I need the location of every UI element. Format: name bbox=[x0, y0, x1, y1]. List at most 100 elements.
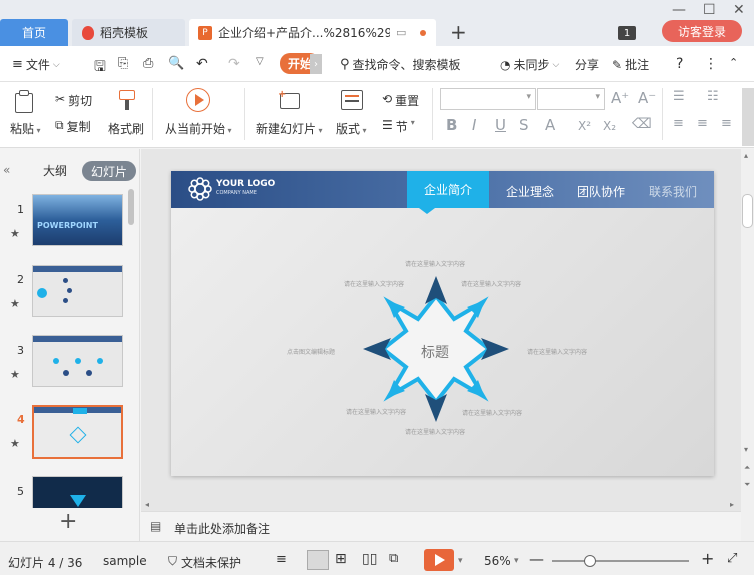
tab-template[interactable]: 稻壳模板 bbox=[72, 19, 185, 46]
tab-slides[interactable]: 幻灯片 bbox=[82, 161, 136, 181]
quick-access-dropdown-icon[interactable]: ▽ bbox=[256, 56, 264, 67]
export-icon[interactable]: ⎘ bbox=[118, 56, 128, 71]
scroll-right-icon[interactable]: ▸ bbox=[730, 500, 734, 509]
font-family-select[interactable]: ▾ bbox=[440, 88, 536, 110]
maximize-icon[interactable]: ☐ bbox=[703, 2, 716, 18]
zoom-slider-handle[interactable] bbox=[584, 555, 596, 567]
layout-icon[interactable] bbox=[341, 90, 363, 110]
slide-thumbnail[interactable] bbox=[32, 476, 123, 508]
notes-area[interactable]: ▤ 单击此处添加备注 bbox=[141, 511, 741, 541]
underline-icon[interactable]: U bbox=[495, 116, 506, 134]
placeholder-top-left[interactable]: 请在这里输入文字内容 bbox=[344, 279, 404, 288]
font-size-select[interactable]: ▾ bbox=[537, 88, 605, 110]
new-slide-icon[interactable]: + bbox=[278, 89, 302, 111]
command-search[interactable]: ⚲ 查找命令、搜索模板 bbox=[340, 56, 461, 73]
file-menu[interactable]: ≡ 文件 ⌵ bbox=[12, 56, 60, 73]
scroll-up-icon[interactable]: ▴ bbox=[744, 151, 748, 160]
next-slide-icon[interactable]: ⏷ bbox=[744, 480, 750, 490]
layout-button[interactable]: 版式 ▾ bbox=[336, 120, 367, 137]
placeholder-right[interactable]: 请在这里输入文字内容 bbox=[527, 347, 587, 356]
slideshow-play-button[interactable] bbox=[424, 549, 454, 571]
diagram-center-title[interactable]: 标题 bbox=[421, 342, 449, 362]
collapse-ribbon-icon[interactable]: ⌃ bbox=[729, 56, 738, 69]
print-preview-icon[interactable]: 🔍 bbox=[168, 56, 184, 71]
scroll-down-icon[interactable]: ▾ bbox=[744, 445, 748, 454]
help-button[interactable]: ? bbox=[676, 56, 683, 72]
slideshow-dropdown-icon[interactable]: ▾ bbox=[458, 556, 463, 566]
slide[interactable]: YOUR LOGO COMPANY NAME 企业简介 企业理念 团队协作 联系… bbox=[171, 171, 714, 476]
sync-status-button[interactable]: ◔ 未同步 ⌵ bbox=[500, 56, 559, 73]
eraser-icon[interactable]: ⌫ bbox=[632, 116, 652, 132]
placeholder-bottom[interactable]: 请在这里输入文字内容 bbox=[405, 427, 465, 436]
undo-icon[interactable]: ↶ bbox=[196, 56, 208, 72]
minimize-icon[interactable]: — bbox=[672, 2, 686, 18]
font-color-icon[interactable]: A bbox=[545, 116, 555, 134]
superscript-icon[interactable]: X² bbox=[578, 119, 591, 133]
add-slide-button[interactable]: + bbox=[59, 511, 77, 533]
visitor-login-button[interactable]: 访客登录 bbox=[662, 20, 742, 42]
collapse-panel-icon[interactable]: « bbox=[3, 163, 10, 177]
play-from-current-icon[interactable] bbox=[186, 88, 210, 112]
monitor-icon[interactable]: ▭ bbox=[396, 26, 406, 39]
slide-thumbnail[interactable] bbox=[32, 265, 123, 317]
prev-slide-icon[interactable]: ⏶ bbox=[744, 463, 750, 473]
tab-home[interactable]: 首页 bbox=[0, 19, 68, 46]
bullet-list-icon[interactable]: ☰ bbox=[673, 89, 685, 104]
close-icon[interactable]: ✕ bbox=[733, 2, 745, 18]
zoom-dropdown-icon[interactable]: ▾ bbox=[514, 556, 519, 566]
format-painter-button[interactable]: 格式刷 bbox=[108, 120, 144, 137]
bold-icon[interactable]: B bbox=[446, 116, 457, 134]
paste-button[interactable]: 粘贴 ▾ bbox=[10, 120, 41, 137]
align-center-icon[interactable]: ≡ bbox=[697, 116, 708, 131]
slide-nav-philosophy[interactable]: 企业理念 bbox=[506, 183, 554, 200]
scroll-left-icon[interactable]: ◂ bbox=[145, 500, 149, 509]
decrease-font-icon[interactable]: A⁻ bbox=[638, 89, 656, 107]
vertical-scroll-thumb[interactable] bbox=[742, 194, 753, 228]
section-button[interactable]: ☰ 节 ▾ bbox=[382, 118, 415, 135]
slide-thumbnail[interactable] bbox=[32, 335, 123, 387]
slide-thumbnail-active[interactable] bbox=[32, 405, 123, 459]
align-right-icon[interactable]: ≡ bbox=[721, 116, 732, 131]
tab-outline[interactable]: 大纲 bbox=[43, 162, 67, 179]
slide-nav-contact[interactable]: 联系我们 bbox=[649, 183, 697, 200]
copy-button[interactable]: ⧉ 复制 bbox=[55, 118, 91, 135]
document-protect-button[interactable]: ⛉ 文档未保护 bbox=[168, 554, 241, 571]
new-slide-button[interactable]: 新建幻灯片 ▾ bbox=[256, 120, 323, 137]
play-from-current-button[interactable]: 从当前开始 ▾ bbox=[165, 120, 232, 137]
reset-button[interactable]: ⟲ 重置 bbox=[382, 92, 419, 109]
share-button[interactable]: 分享 bbox=[575, 56, 599, 73]
zoom-slider-track[interactable] bbox=[552, 560, 689, 562]
shadow-text-icon[interactable]: S bbox=[519, 116, 529, 134]
panel-scrollbar-thumb[interactable] bbox=[128, 189, 134, 225]
placeholder-bottom-left[interactable]: 请在这里输入文字内容 bbox=[346, 407, 406, 416]
vertical-scrollbar[interactable]: ▴ ▾ ⏶ ⏷ bbox=[741, 149, 754, 541]
paste-icon[interactable] bbox=[13, 90, 35, 114]
format-painter-icon[interactable] bbox=[116, 88, 138, 112]
presenter-view-icon[interactable]: ⧉ bbox=[389, 551, 398, 566]
italic-icon[interactable]: I bbox=[472, 116, 476, 134]
slide-sorter-icon[interactable]: ⊞ bbox=[335, 551, 347, 567]
placeholder-top[interactable]: 请在这里输入文字内容 bbox=[405, 259, 465, 268]
print-icon[interactable]: ⎙ bbox=[143, 56, 153, 71]
placeholder-bottom-right[interactable]: 请在这里输入文字内容 bbox=[462, 408, 522, 417]
more-options-icon[interactable]: ⋮ bbox=[704, 56, 718, 72]
page-badge[interactable]: 1 bbox=[618, 26, 636, 40]
tab-document[interactable]: P 企业介绍+产品介...%2816%29 ▭ bbox=[189, 19, 436, 46]
cut-button[interactable]: ✂ 剪切 bbox=[55, 92, 92, 109]
new-tab-button[interactable]: + bbox=[450, 20, 467, 44]
fit-window-icon[interactable]: ⤢ bbox=[727, 551, 737, 566]
notes-placeholder[interactable]: 单击此处添加备注 bbox=[174, 520, 270, 537]
zoom-out-icon[interactable]: — bbox=[529, 550, 544, 568]
placeholder-top-right[interactable]: 请在这里输入文字内容 bbox=[461, 279, 521, 288]
normal-view-icon[interactable] bbox=[307, 550, 329, 570]
subscript-icon[interactable]: X₂ bbox=[603, 119, 616, 133]
save-icon[interactable]: 🖫 bbox=[94, 56, 106, 80]
slide-nav-teamwork[interactable]: 团队协作 bbox=[577, 183, 625, 200]
numbered-list-icon[interactable]: ☷ bbox=[707, 89, 719, 104]
zoom-in-icon[interactable]: + bbox=[701, 549, 714, 568]
slide-nav-intro[interactable]: 企业简介 bbox=[407, 171, 489, 208]
increase-font-icon[interactable]: A⁺ bbox=[611, 89, 629, 107]
slide-thumbnail[interactable]: POWERPOINT bbox=[32, 194, 123, 246]
ribbon-scroll-bar[interactable] bbox=[742, 88, 754, 146]
align-left-icon[interactable]: ≡ bbox=[673, 116, 684, 131]
